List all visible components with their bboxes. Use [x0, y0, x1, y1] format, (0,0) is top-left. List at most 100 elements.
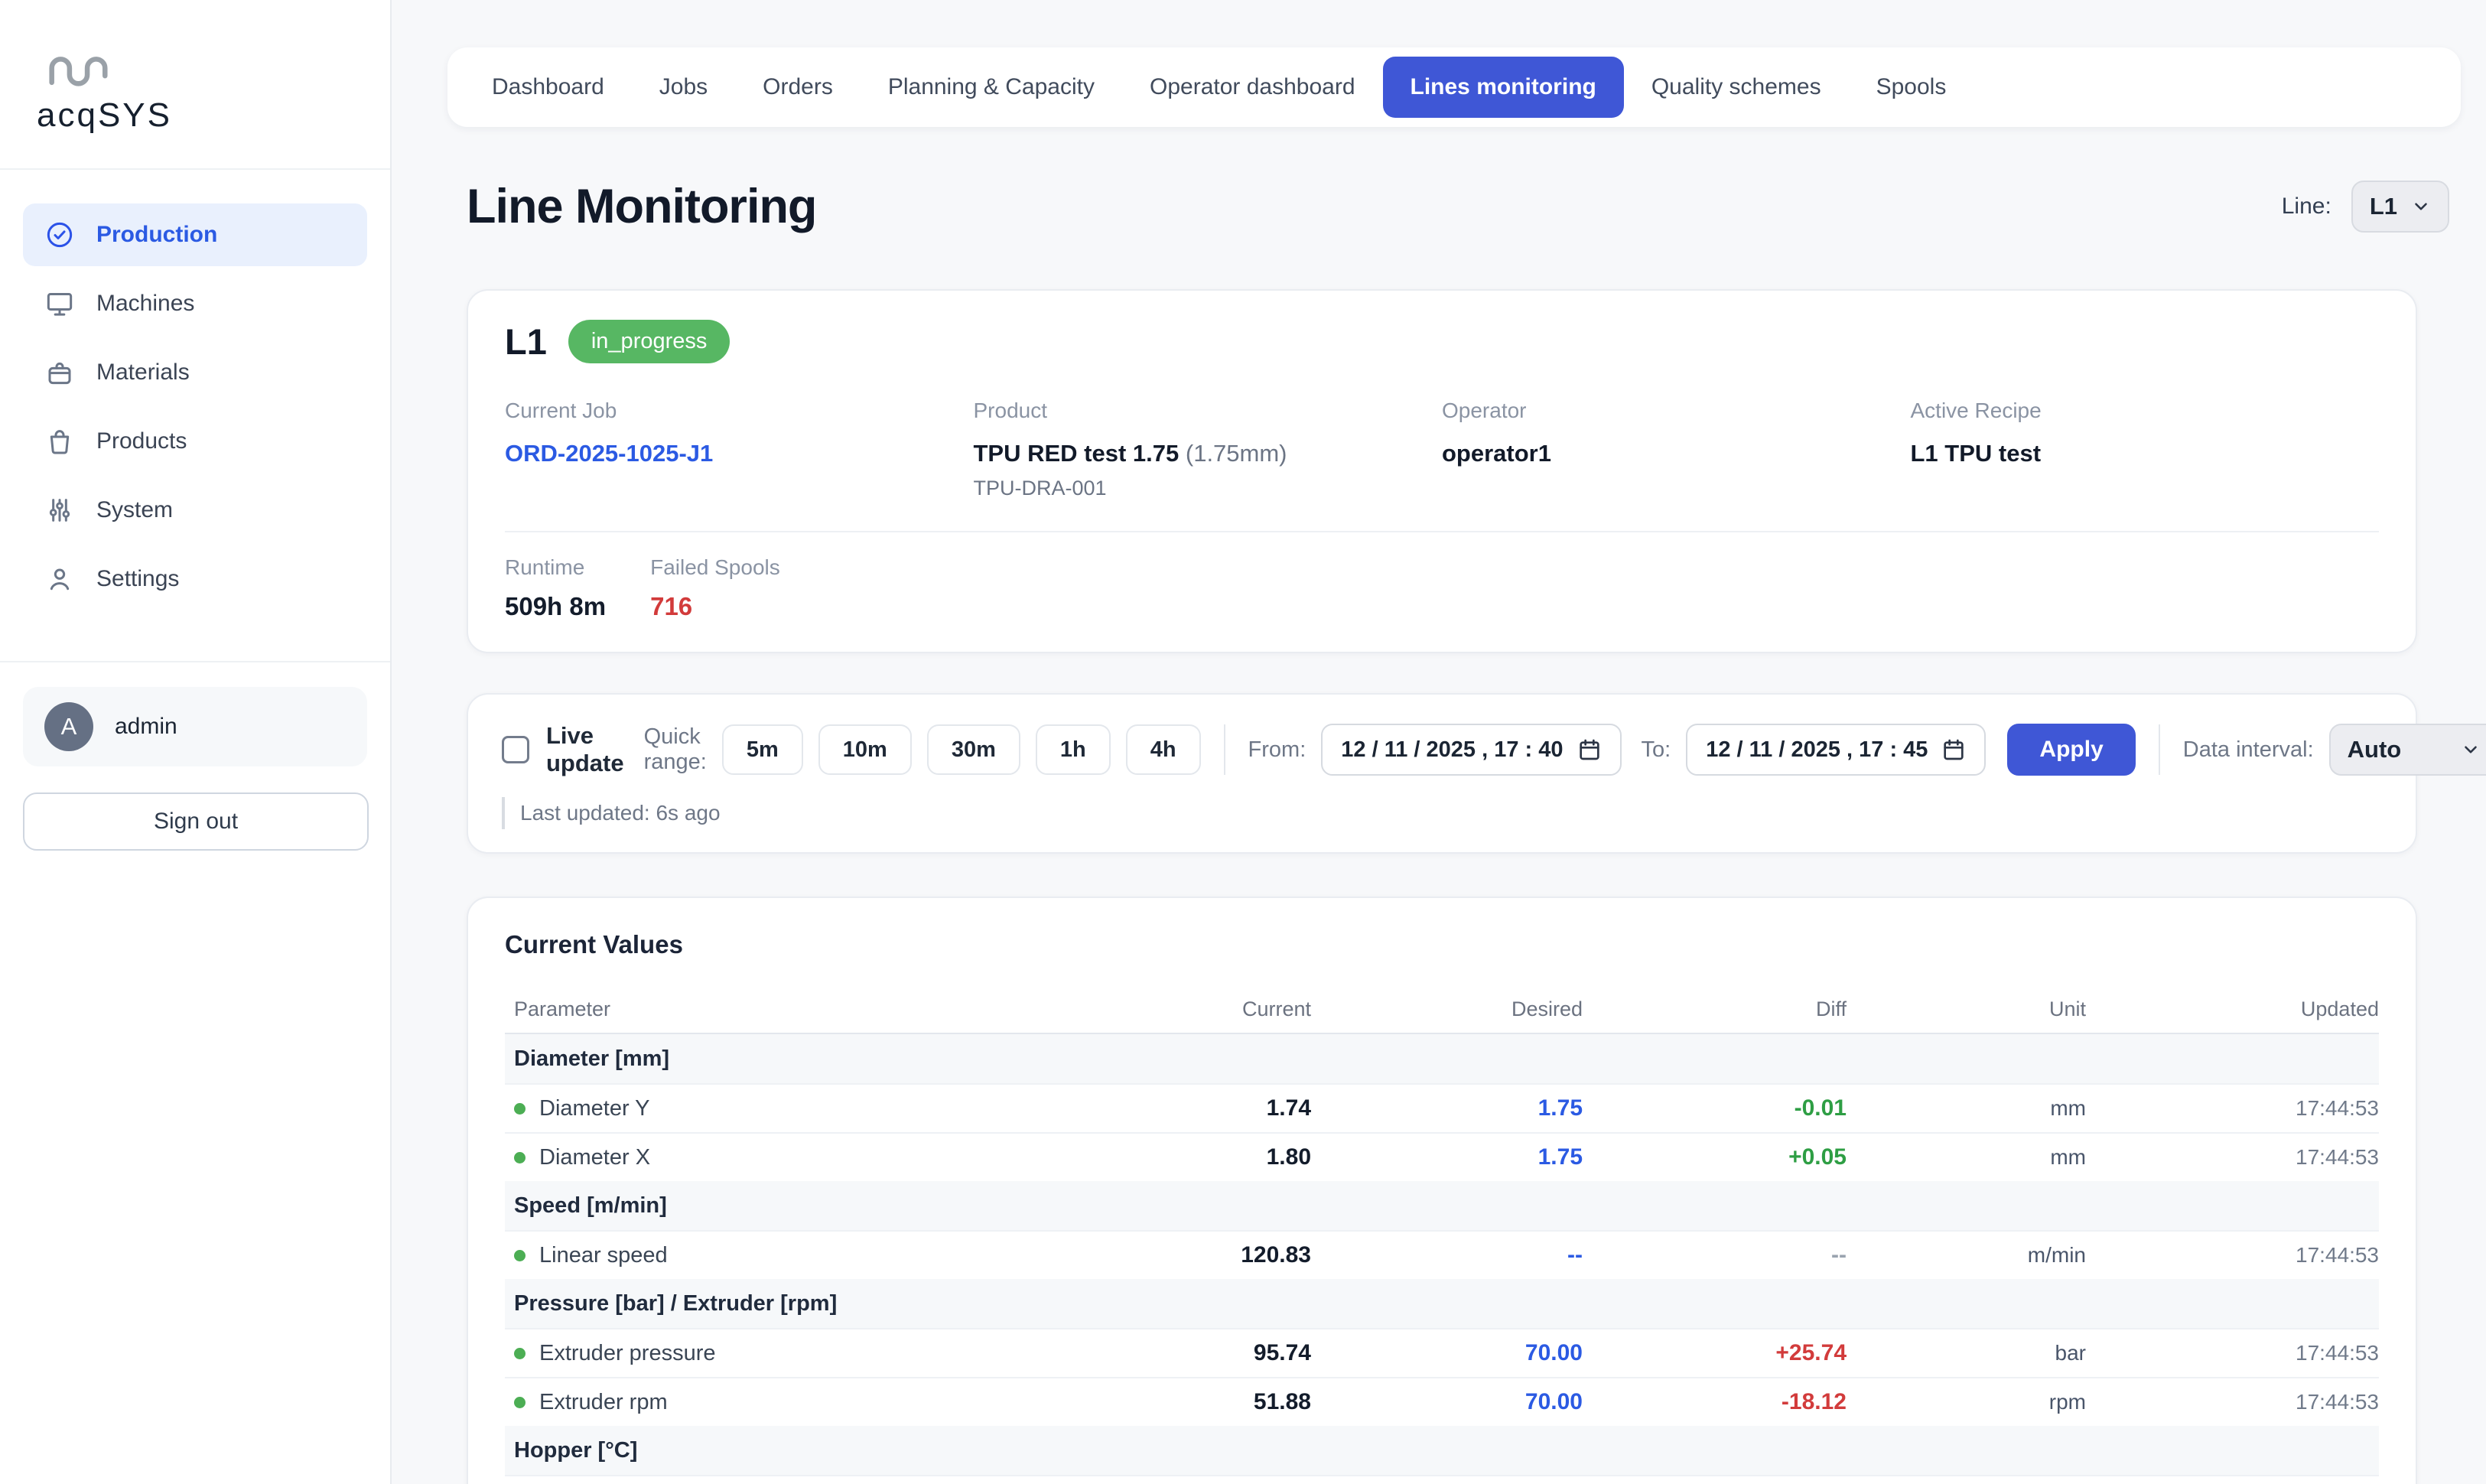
group-label: Diameter [mm]: [505, 1046, 2379, 1072]
param-name: Diameter X: [539, 1145, 650, 1170]
line-card-stat: Failed Spools716: [650, 555, 780, 621]
desired-cell: --: [1311, 1242, 1583, 1268]
diff-cell: --: [1583, 1242, 1847, 1268]
avatar: A: [44, 702, 93, 751]
shopping-bag-icon: [44, 426, 75, 457]
from-datetime-input[interactable]: 12 / 11 / 2025 , 17 : 40: [1321, 724, 1621, 776]
sidebar-divider: [0, 661, 390, 662]
column-header-diff: Diff: [1583, 997, 1847, 1021]
desired-cell: 70.00: [1311, 1340, 1583, 1366]
updated-cell: 17:44:53: [2086, 1390, 2379, 1414]
user-card[interactable]: A admin: [23, 687, 367, 766]
table-row: Hopper54.9650.00+4.96°C17:44:53: [505, 1475, 2379, 1484]
table-row: Extruder rpm51.8870.00-18.12rpm17:44:53: [505, 1377, 2379, 1426]
time-range-controls: Live update Quick range: 5m10m30m1h4h Fr…: [467, 693, 2417, 854]
line-card-divider: [505, 531, 2379, 532]
quick-range-5m[interactable]: 5m: [722, 724, 803, 775]
quick-range-4h[interactable]: 4h: [1126, 724, 1201, 775]
tab-dashboard[interactable]: Dashboard: [464, 74, 632, 100]
sidebar-item-label: Machines: [96, 291, 194, 317]
param-cell: Linear speed: [505, 1243, 1082, 1268]
brand-name: acqSYS: [37, 96, 353, 135]
diff-cell: +25.74: [1583, 1340, 1847, 1366]
tab-operator-dashboard[interactable]: Operator dashboard: [1122, 74, 1383, 100]
updated-cell: 17:44:53: [2086, 1145, 2379, 1170]
param-name: Extruder pressure: [539, 1341, 716, 1366]
field-value-text: L1 TPU test: [1911, 440, 2042, 467]
quick-range-30m[interactable]: 30m: [927, 724, 1020, 775]
param-cell: Diameter Y: [505, 1096, 1082, 1121]
line-selector: Line: L1: [2282, 181, 2449, 233]
desired-cell: 1.75: [1311, 1144, 1583, 1170]
current-cell: 51.88: [1082, 1389, 1311, 1415]
divider: [1224, 724, 1225, 775]
status-dot-icon: [514, 1397, 526, 1408]
line-card-field: Operatoroperator1: [1442, 399, 1911, 500]
quick-range-1h[interactable]: 1h: [1036, 724, 1111, 775]
to-datetime-input[interactable]: 12 / 11 / 2025 , 17 : 45: [1686, 724, 1986, 776]
field-value: TPU RED test 1.75 (1.75mm): [974, 440, 1443, 467]
brand-wave-icon: [37, 46, 130, 90]
field-label: Operator: [1442, 399, 1911, 423]
param-name: Diameter Y: [539, 1096, 650, 1121]
column-header-unit: Unit: [1847, 997, 2086, 1021]
chevron-down-icon: [2411, 197, 2431, 216]
last-updated: Last updated: 6s ago: [502, 797, 2382, 829]
column-header-parameter: Parameter: [505, 997, 1082, 1021]
calendar-icon: [1577, 737, 1602, 762]
unit-cell: rpm: [1847, 1390, 2086, 1414]
column-header-desired: Desired: [1311, 997, 1583, 1021]
tab-jobs[interactable]: Jobs: [632, 74, 735, 100]
line-card-field: Product TPU RED test 1.75 (1.75mm) TPU-DRA…: [974, 399, 1443, 500]
current-values-card: Current Values ParameterCurrentDesiredDi…: [467, 897, 2417, 1484]
sidebar-item-label: Materials: [96, 360, 190, 386]
line-card-field: Active RecipeL1 TPU test: [1911, 399, 2380, 500]
tab-spools[interactable]: Spools: [1849, 74, 1974, 100]
column-header-current: Current: [1082, 997, 1311, 1021]
param-cell: Extruder rpm: [505, 1390, 1082, 1415]
unit-cell: m/min: [1847, 1243, 2086, 1268]
sign-out-button[interactable]: Sign out: [23, 792, 369, 851]
line-card-stat: Runtime509h 8m: [505, 555, 606, 621]
check-circle-icon: [44, 220, 75, 250]
field-subvalue: TPU-DRA-001: [974, 477, 1443, 500]
chevron-down-icon: [2461, 740, 2481, 760]
column-header-updated: Updated: [2086, 997, 2379, 1021]
live-update-checkbox[interactable]: [502, 736, 529, 763]
group-label: Pressure [bar] / Extruder [rpm]: [505, 1291, 2379, 1316]
tab-orders[interactable]: Orders: [735, 74, 861, 100]
table-row: Linear speed120.83----m/min17:44:53: [505, 1230, 2379, 1279]
data-interval-value: Auto: [2348, 736, 2402, 763]
tab-planning-capacity[interactable]: Planning & Capacity: [861, 74, 1122, 100]
line-select[interactable]: L1: [2351, 181, 2449, 233]
data-interval-select[interactable]: Auto: [2329, 724, 2486, 776]
field-label: Product: [974, 399, 1443, 423]
quick-range-10m[interactable]: 10m: [818, 724, 912, 775]
brand-logo: acqSYS: [0, 0, 390, 170]
tab-lines-monitoring[interactable]: Lines monitoring: [1383, 57, 1624, 118]
sidebar-item-materials[interactable]: Materials: [23, 341, 367, 404]
field-value: ORD-2025-1025-J1: [505, 440, 974, 467]
current-job-link[interactable]: ORD-2025-1025-J1: [505, 440, 713, 467]
line-card-header: L1 in_progress: [505, 320, 2379, 363]
sidebar-item-system[interactable]: System: [23, 479, 367, 542]
table-header-row: ParameterCurrentDesiredDiffUnitUpdated: [505, 985, 2379, 1034]
diff-cell: -18.12: [1583, 1389, 1847, 1415]
main-content: DashboardJobsOrdersPlanning & CapacityOp…: [392, 0, 2486, 1484]
tab-quality-schemes[interactable]: Quality schemes: [1624, 74, 1849, 100]
from-datetime-value: 12 / 11 / 2025 , 17 : 40: [1341, 737, 1563, 763]
last-updated-text: Last updated: 6s ago: [520, 801, 721, 825]
group-row: Diameter [mm]: [505, 1034, 2379, 1083]
last-updated-bar: [502, 797, 505, 829]
apply-button[interactable]: Apply: [2007, 724, 2135, 776]
monitor-icon: [44, 288, 75, 319]
sidebar-item-label: Settings: [96, 566, 179, 592]
status-dot-icon: [514, 1152, 526, 1163]
group-row: Hopper [°C]: [505, 1426, 2379, 1475]
sidebar-item-machines[interactable]: Machines: [23, 272, 367, 335]
sidebar-item-settings[interactable]: Settings: [23, 548, 367, 610]
user-name: admin: [115, 714, 177, 740]
sidebar-item-production[interactable]: Production: [23, 203, 367, 266]
sidebar-item-label: Production: [96, 222, 217, 248]
sidebar-item-products[interactable]: Products: [23, 410, 367, 473]
